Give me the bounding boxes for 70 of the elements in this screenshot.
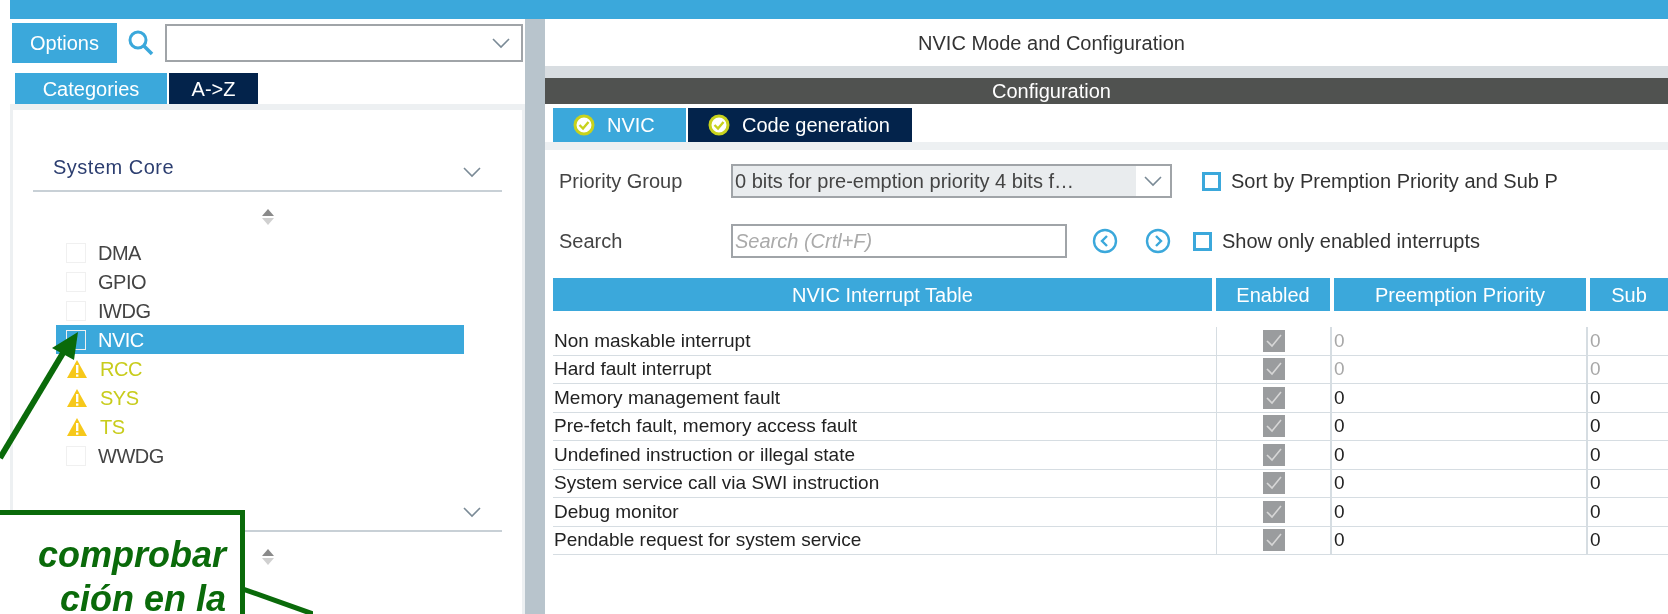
- search-field[interactable]: Search (Crtl+F): [731, 224, 1067, 258]
- category-item[interactable]: RCC: [56, 354, 464, 383]
- search-dropdown[interactable]: [165, 24, 523, 62]
- table-cell-text: Non maskable interrupt: [553, 328, 752, 353]
- section-bar: Configuration: [545, 78, 1668, 104]
- column-header[interactable]: Preemption Priority: [1334, 278, 1586, 311]
- table-cell: 0: [1586, 469, 1668, 497]
- callout-text: ción en la: [59, 577, 226, 614]
- column-header[interactable]: NVIC Interrupt Table: [553, 278, 1212, 311]
- table-cell: 0: [1330, 327, 1586, 355]
- field-label: Search: [559, 229, 624, 254]
- previous-icon[interactable]: [1092, 228, 1118, 254]
- check-circle-icon: [708, 114, 730, 136]
- column-header[interactable]: Sub: [1590, 278, 1668, 311]
- chevron-down-icon[interactable]: [1143, 175, 1163, 187]
- sort-icon[interactable]: [260, 208, 275, 226]
- checkbox[interactable]: [1262, 415, 1285, 438]
- table-cell-text: Memory management fault: [553, 385, 781, 410]
- category-item[interactable]: WWDG: [56, 441, 464, 470]
- field-label: Priority Group: [559, 169, 684, 194]
- table-cell-text: Pre-fetch fault, memory access fault: [553, 414, 859, 438]
- table-cell: 0: [1330, 526, 1586, 554]
- table-cell: 0: [1330, 412, 1586, 440]
- callout-text: comprobar: [37, 533, 226, 577]
- sort-icon[interactable]: [260, 548, 275, 566]
- table-cell: 0: [1330, 441, 1586, 469]
- next-icon[interactable]: [1145, 228, 1171, 254]
- table-cell: 0: [1586, 498, 1668, 526]
- table-cell: 0: [1330, 384, 1586, 412]
- checkbox[interactable]: [1262, 443, 1285, 466]
- table-cell: 0: [1330, 355, 1586, 383]
- checkbox[interactable]: [1262, 529, 1285, 552]
- panel-title: NVIC Mode and Configuration: [917, 30, 1186, 56]
- table-cell: 0: [1586, 327, 1668, 355]
- category-item[interactable]: IWDG: [56, 296, 464, 325]
- table-cell: 0: [1586, 384, 1668, 412]
- table-cell-text: Hard fault interrupt: [553, 357, 713, 381]
- checkbox[interactable]: [1262, 500, 1285, 523]
- table-cell-text: Pendable request for system service: [553, 528, 863, 552]
- priority-group-select[interactable]: 0 bits for pre-emption priority 4 bits f…: [731, 164, 1172, 198]
- column-header[interactable]: Enabled: [1216, 278, 1330, 311]
- table-cell: 0: [1330, 469, 1586, 497]
- chevron-down-icon[interactable]: [462, 506, 482, 518]
- checkbox-option[interactable]: Show only enabled interrupts: [1193, 226, 1480, 256]
- check-circle-icon: [573, 114, 595, 136]
- table-cell: 0: [1586, 412, 1668, 440]
- table-cell-text: Undefined instruction or illegal state: [553, 442, 856, 467]
- config-tab[interactable]: NVIC: [553, 108, 686, 142]
- table-cell-text: Debug monitor: [553, 499, 680, 524]
- search-icon[interactable]: [127, 29, 155, 57]
- chevron-down-icon[interactable]: [491, 37, 511, 49]
- category-item[interactable]: GPIO: [56, 267, 464, 296]
- options-button[interactable]: Options: [12, 23, 117, 63]
- table-cell: 0: [1586, 355, 1668, 383]
- table-cell: 0: [1330, 498, 1586, 526]
- category-item[interactable]: SYS: [56, 383, 464, 412]
- checkbox[interactable]: [1262, 386, 1285, 409]
- checkbox[interactable]: [1262, 472, 1285, 495]
- view-tab[interactable]: A->Z: [169, 73, 258, 104]
- checkbox-option[interactable]: Sort by Premption Priority and Sub P: [1202, 166, 1558, 196]
- table-cell-text: System service call via SWI instruction: [553, 471, 881, 495]
- category-item[interactable]: TS: [56, 412, 464, 441]
- table-cell: 0: [1586, 441, 1668, 469]
- category-title[interactable]: System Core: [53, 152, 175, 182]
- table-cell: 0: [1586, 526, 1668, 554]
- config-tab[interactable]: Code generation: [688, 108, 912, 142]
- view-tab[interactable]: Categories: [15, 73, 167, 104]
- chevron-down-icon[interactable]: [462, 166, 482, 178]
- category-item[interactable]: DMA: [56, 238, 464, 267]
- category-item[interactable]: NVIC: [56, 325, 464, 354]
